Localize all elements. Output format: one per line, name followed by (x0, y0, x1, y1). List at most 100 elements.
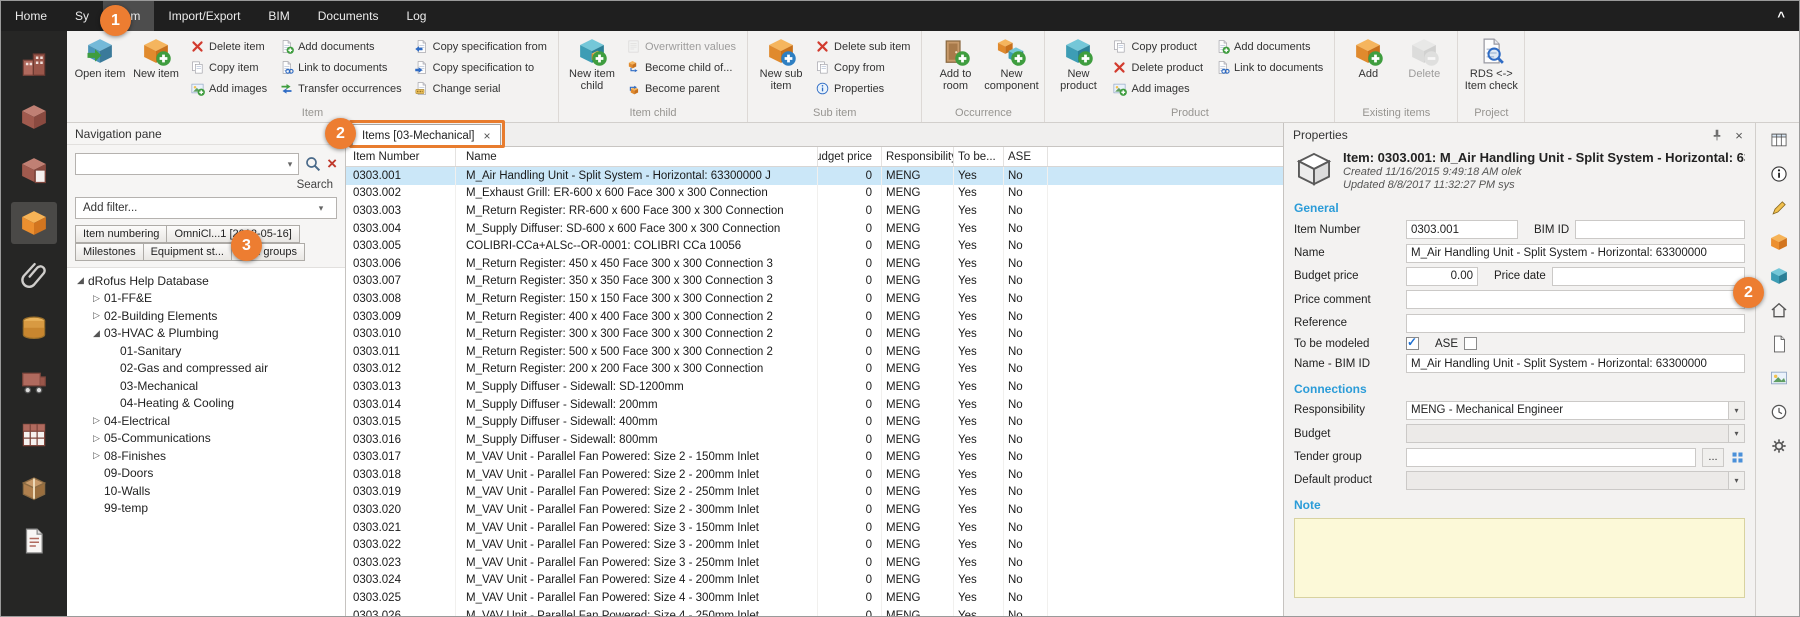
copy-item-button[interactable]: Copy item (186, 57, 271, 78)
menu-item-home[interactable]: Home (1, 1, 61, 31)
table-row[interactable]: 0303.025M_VAV Unit - Parallel Fan Powere… (346, 589, 1283, 607)
table-row[interactable]: 0303.018M_VAV Unit - Parallel Fan Powere… (346, 466, 1283, 484)
column-header-name[interactable]: Name (456, 147, 818, 166)
transfer-occurrences-button[interactable]: Transfer occurrences (275, 78, 406, 99)
tree-node-01-ff-e[interactable]: ▷01-FF&E (67, 290, 345, 308)
table-row[interactable]: 0303.019M_VAV Unit - Parallel Fan Powere… (346, 484, 1283, 502)
column-header-item-number[interactable]: Item Number (346, 147, 456, 166)
table-row[interactable]: 0303.009M_Return Register: 400 x 400 Fac… (346, 308, 1283, 326)
search-icon[interactable] (304, 155, 322, 173)
table-row[interactable]: 0303.006M_Return Register: 450 x 450 Fac… (346, 255, 1283, 273)
table-row[interactable]: 0303.014M_Supply Diffuser - Sidewall: 20… (346, 396, 1283, 414)
column-header-responsibility[interactable]: Responsibility (882, 147, 954, 166)
delete-product-button[interactable]: Delete product (1108, 57, 1207, 78)
table-row[interactable]: 0303.013M_Supply Diffuser - Sidewall: SD… (346, 378, 1283, 396)
tree-node-03-mechanical[interactable]: 03-Mechanical (67, 377, 345, 395)
new-component-button[interactable]: New component (983, 34, 1039, 95)
add-images-button[interactable]: Add images (1108, 78, 1207, 99)
budget-select[interactable]: ▾ (1406, 424, 1745, 443)
add-filter-dropdown[interactable]: Add filter... ▾ (75, 197, 337, 219)
nav-tab-equipment-st[interactable]: Equipment st... (143, 243, 232, 261)
properties-button[interactable]: Properties (811, 78, 914, 99)
overwritten-values-button[interactable]: Overwritten values (622, 36, 740, 57)
tool-product-button[interactable] (1766, 264, 1792, 288)
expand-arrow-icon[interactable]: ▷ (89, 310, 104, 321)
table-row[interactable]: 0303.003M_Return Register: RR-600 x 600 … (346, 202, 1283, 220)
tree-node-04-electrical[interactable]: ▷04-Electrical (67, 412, 345, 430)
tree-node-drofus-help-database[interactable]: ◢dRofus Help Database (67, 272, 345, 290)
nav-tab-item-numbering[interactable]: Item numbering (75, 225, 167, 243)
note-textarea[interactable] (1294, 518, 1745, 598)
add-images-button[interactable]: Add images (186, 78, 271, 99)
reference-input[interactable] (1406, 314, 1745, 333)
clear-search-icon[interactable]: × (327, 155, 337, 173)
module-rooms-button[interactable] (11, 96, 57, 138)
copy-product-button[interactable]: Copy product (1108, 36, 1207, 57)
table-row[interactable]: 0303.004M_Supply Diffuser: SD-600 x 600 … (346, 220, 1283, 238)
ase-checkbox[interactable] (1464, 337, 1477, 350)
tool-settings-button[interactable] (1766, 434, 1792, 458)
module-logistics-button[interactable] (11, 361, 57, 403)
table-row[interactable]: 0303.008M_Return Register: 150 x 150 Fac… (346, 290, 1283, 308)
menu-item-log[interactable]: Log (392, 1, 440, 31)
name-bim-id-input[interactable]: M_Air Handling Unit - Split System - Hor… (1406, 354, 1745, 373)
column-header-to-be[interactable]: To be... (954, 147, 1004, 166)
rds-item-check-button[interactable]: RDS <-> Item check (1463, 34, 1519, 95)
new-product-button[interactable]: New product (1050, 34, 1106, 95)
tool-images-button[interactable] (1766, 366, 1792, 390)
module-packages-button[interactable] (11, 467, 57, 509)
add-documents-button[interactable]: Add documents (275, 36, 406, 57)
pin-icon[interactable] (1710, 128, 1724, 142)
module-documents-button[interactable] (11, 520, 57, 562)
table-row[interactable]: 0303.005COLIBRI-CCa+ALSc--OR-0001: COLIB… (346, 237, 1283, 255)
collapse-arrow-icon[interactable]: ◢ (89, 328, 104, 339)
expand-arrow-icon[interactable]: ▷ (89, 433, 104, 444)
table-row[interactable]: 0303.011M_Return Register: 500 x 500 Fac… (346, 343, 1283, 361)
column-header-budget-price[interactable]: Budget price (818, 147, 882, 166)
search-link[interactable]: Search (297, 179, 333, 191)
menu-item-import-export[interactable]: Import/Export (154, 1, 254, 31)
new-sub-item-button[interactable]: New sub item (753, 34, 809, 95)
tree-node-10-walls[interactable]: 10-Walls (67, 482, 345, 500)
tool-documents-button[interactable] (1766, 332, 1792, 356)
tree-node-08-finishes[interactable]: ▷08-Finishes (67, 447, 345, 465)
table-row[interactable]: 0303.026M_VAV Unit - Parallel Fan Powere… (346, 607, 1283, 617)
tree-node-05-communications[interactable]: ▷05-Communications (67, 430, 345, 448)
table-row[interactable]: 0303.016M_Supply Diffuser - Sidewall: 80… (346, 431, 1283, 449)
tool-edit-button[interactable] (1766, 196, 1792, 220)
tree-node-01-sanitary[interactable]: 01-Sanitary (67, 342, 345, 360)
module-items-button[interactable] (11, 202, 57, 244)
name-input[interactable]: M_Air Handling Unit - Split System - Hor… (1406, 244, 1745, 263)
add-to-room-button[interactable]: Add to room (927, 34, 983, 95)
price-date-input[interactable] (1552, 267, 1745, 286)
table-row[interactable]: 0303.002M_Exhaust Grill: ER-600 x 600 Fa… (346, 185, 1283, 203)
tree-node-99-temp[interactable]: 99-temp (67, 500, 345, 518)
copy-from-button[interactable]: Copy from (811, 57, 914, 78)
module-buildings-button[interactable] (11, 43, 57, 85)
change-serial-button[interactable]: Change serial (410, 78, 551, 99)
menu-item-bim[interactable]: BIM (254, 1, 303, 31)
search-input[interactable]: ▾ (75, 153, 299, 175)
delete-sub-item-button[interactable]: Delete sub item (811, 36, 914, 57)
tree-node-02-gas-and-compressed-air[interactable]: 02-Gas and compressed air (67, 360, 345, 378)
to-be-modeled-checkbox[interactable] (1406, 337, 1419, 350)
new-item-child-button[interactable]: New item child (564, 34, 620, 95)
module-reports-button[interactable] (11, 414, 57, 456)
price-comment-input[interactable] (1406, 290, 1745, 309)
menu-item-sy[interactable]: Sy (61, 1, 103, 31)
module-attachments-button[interactable] (11, 255, 57, 297)
bim-id-input[interactable] (1575, 220, 1745, 239)
collapse-ribbon-icon[interactable]: ^ (1761, 1, 1800, 31)
tool-log-button[interactable] (1766, 400, 1792, 424)
tree-node-02-building-elements[interactable]: ▷02-Building Elements (67, 307, 345, 325)
table-row[interactable]: 0303.017M_VAV Unit - Parallel Fan Powere… (346, 449, 1283, 467)
table-row[interactable]: 0303.001M_Air Handling Unit - Split Syst… (346, 167, 1283, 185)
tool-occurrence-button[interactable] (1766, 298, 1792, 322)
tree-node-03-hvac-plumbing[interactable]: ◢03-HVAC & Plumbing (67, 325, 345, 343)
close-properties-icon[interactable]: × (1732, 128, 1746, 142)
default-product-select[interactable]: ▾ (1406, 471, 1745, 490)
table-row[interactable]: 0303.024M_VAV Unit - Parallel Fan Powere… (346, 572, 1283, 590)
close-tab-icon[interactable]: × (484, 129, 491, 143)
become-parent-button[interactable]: Become parent (622, 78, 740, 99)
table-row[interactable]: 0303.010M_Return Register: 300 x 300 Fac… (346, 325, 1283, 343)
